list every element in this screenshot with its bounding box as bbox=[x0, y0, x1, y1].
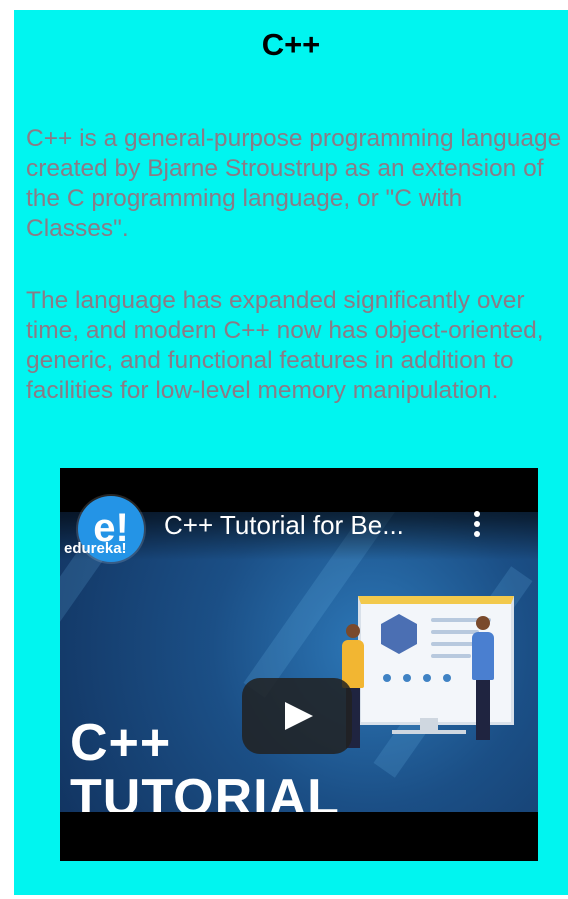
thumbnail-heading-line2: TUTORIAL bbox=[70, 769, 340, 812]
youtube-video-embed[interactable]: C++ TUTORIAL e! edureka! C++ Tutorial fo… bbox=[60, 468, 538, 861]
play-icon bbox=[285, 702, 313, 730]
illustration-person-man bbox=[472, 616, 494, 740]
intro-paragraph: C++ is a general-purpose programming lan… bbox=[26, 125, 562, 242]
features-paragraph: The language has expanded significantly … bbox=[26, 287, 544, 404]
play-button[interactable] bbox=[242, 678, 352, 754]
content-card: C++ C++ is a general-purpose programming… bbox=[14, 10, 568, 895]
channel-watermark: edureka! bbox=[64, 540, 127, 557]
page-title: C++ bbox=[261, 27, 321, 62]
thumbnail-heading-line1: C++ bbox=[70, 714, 172, 772]
video-bottom-bar bbox=[60, 812, 538, 861]
more-vertical-icon[interactable] bbox=[470, 511, 484, 541]
video-title-link[interactable]: C++ Tutorial for Be... bbox=[164, 510, 404, 540]
cpp-logo-icon bbox=[381, 614, 417, 654]
